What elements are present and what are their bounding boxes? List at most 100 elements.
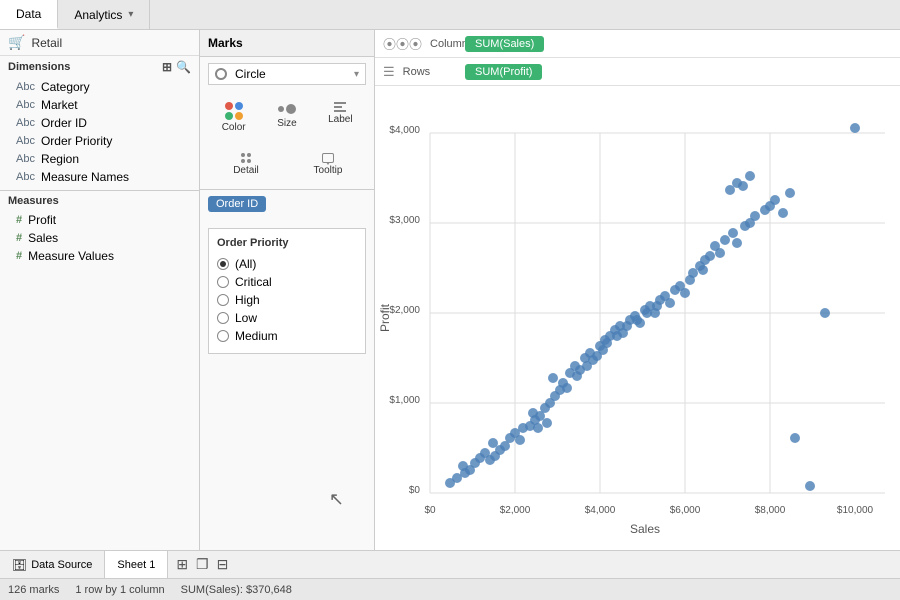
radio-medium[interactable] [217,330,229,342]
rows-label-text: Rows [403,66,431,78]
svg-text:$0: $0 [424,505,436,516]
marks-empty-area: ↖ [200,360,374,550]
op-critical[interactable]: Critical [217,273,357,291]
dim-label: Measure Names [41,170,129,184]
sheet1-tab[interactable]: Sheet 1 [105,551,168,578]
dim-market[interactable]: Abc Market [0,96,199,114]
label-button[interactable]: Label [315,97,366,138]
order-id-filter-pill[interactable]: Order ID [208,196,266,212]
rows-cols: 1 row by 1 column [75,584,164,596]
radio-high[interactable] [217,294,229,306]
radio-low[interactable] [217,312,229,324]
hash-icon: # [16,250,22,262]
marks-panel: Marks Circle ▾ Color [200,30,375,550]
scatter-chart: Profit $0 $1,000 $2,000 $3,000 $4,000 $0… [375,86,900,550]
x-axis-label: Sales [630,522,660,536]
svg-text:$6,000: $6,000 [670,505,701,516]
left-panel: 🛒 Retail Dimensions ⊞ 🔍 Abc Category Abc… [0,30,200,550]
op-low[interactable]: Low [217,309,357,327]
size-button[interactable]: Size [261,97,312,138]
measure-profit[interactable]: # Profit [0,211,199,229]
sum-sales: SUM(Sales): $370,648 [181,584,292,596]
source-name: Retail [31,36,62,50]
measure-label: Measure Values [28,249,114,263]
dim-measure-names[interactable]: Abc Measure Names [0,168,199,186]
svg-text:$2,000: $2,000 [389,305,420,316]
dim-label: Category [41,80,90,94]
tab-analytics-label: Analytics [74,8,122,22]
color-button[interactable]: Color [208,97,259,138]
tab-data-label: Data [16,7,41,21]
rows-icon: ☰ [383,64,395,80]
size-label: Size [277,118,296,129]
dim-label: Order Priority [41,134,112,148]
sheet1-tab-label: Sheet 1 [117,559,155,571]
color-icon [225,102,243,120]
measure-label: Sales [28,231,58,245]
detail-button[interactable]: Detail [208,148,284,181]
marks-header: Marks [200,30,374,57]
tab-analytics[interactable]: Analytics ▾ [58,0,150,29]
data-source-tab[interactable]: 🗄 Data Source [0,551,105,578]
tab-data[interactable]: Data [0,0,58,29]
order-priority-title: Order Priority [217,237,357,249]
new-sheet-icon[interactable]: ⊞ [176,556,188,573]
dim-type-icon: Abc [16,117,35,129]
main-layout: 🛒 Retail Dimensions ⊞ 🔍 Abc Category Abc… [0,30,900,550]
circle-mark-icon [215,68,227,80]
dimensions-header: Dimensions ⊞ 🔍 [0,56,199,78]
chevron-down-icon: ▾ [354,69,359,80]
new-dashboard-icon[interactable]: ⊟ [217,556,229,573]
op-medium[interactable]: Medium [217,327,357,345]
dimensions-title: Dimensions [8,61,70,73]
dim-category[interactable]: Abc Category [0,78,199,96]
marks-buttons-row1: Color Size Label [200,91,374,144]
bottom-icons: ⊞ ❐ ⊟ [168,556,236,573]
tooltip-button[interactable]: Tooltip [290,148,366,181]
tab-analytics-arrow: ▾ [128,9,133,20]
hash-icon: # [16,214,22,226]
measure-values[interactable]: # Measure Values [0,247,199,265]
marks-buttons-row2: Detail Tooltip [200,144,374,185]
svg-text:$2,000: $2,000 [500,505,531,516]
dim-type-icon: Abc [16,153,35,165]
grid-view-icon[interactable]: ⊞ [162,60,172,74]
op-medium-label: Medium [235,329,278,343]
op-all[interactable]: (All) [217,255,357,273]
chart-panel: ⦿⦿⦿ Columns SUM(Sales) ☰ Rows SUM(Profit… [375,30,900,550]
status-bar: 126 marks 1 row by 1 column SUM(Sales): … [0,578,900,600]
radio-critical[interactable] [217,276,229,288]
duplicate-sheet-icon[interactable]: ❐ [196,556,209,573]
tooltip-label: Tooltip [314,165,343,176]
columns-shelf-label: ⦿⦿⦿ Columns [375,34,465,53]
dim-type-icon: Abc [16,171,35,183]
dim-order-priority[interactable]: Abc Order Priority [0,132,199,150]
svg-text:$10,000: $10,000 [837,505,874,516]
measure-label: Profit [28,213,56,227]
search-icon[interactable]: 🔍 [176,60,191,74]
size-icon [278,102,296,116]
rows-pill[interactable]: SUM(Profit) [465,64,542,80]
op-low-label: Low [235,311,257,325]
filter-section: Order ID [200,189,374,218]
dim-type-icon: Abc [16,81,35,93]
dim-region[interactable]: Abc Region [0,150,199,168]
hash-icon: # [16,232,22,244]
marks-type-label: Circle [231,67,350,81]
columns-pill[interactable]: SUM(Sales) [465,36,544,52]
data-source-row[interactable]: 🛒 Retail [0,30,199,56]
columns-icon: ⦿⦿⦿ [383,34,422,53]
chart-area: Profit $0 $1,000 $2,000 $3,000 $4,000 $0… [375,86,900,550]
order-priority-filter: Order Priority (All) Critical High Low M… [208,228,366,354]
marks-type-dropdown[interactable]: Circle ▾ [208,63,366,85]
db-icon: 🗄 [12,558,27,572]
radio-all[interactable] [217,258,229,270]
op-high-label: High [235,293,260,307]
dim-order-id[interactable]: Abc Order ID [0,114,199,132]
measure-sales[interactable]: # Sales [0,229,199,247]
detail-label: Detail [233,165,259,176]
color-label: Color [222,122,246,133]
dim-type-icon: Abc [16,99,35,111]
op-high[interactable]: High [217,291,357,309]
marks-title: Marks [208,36,243,50]
